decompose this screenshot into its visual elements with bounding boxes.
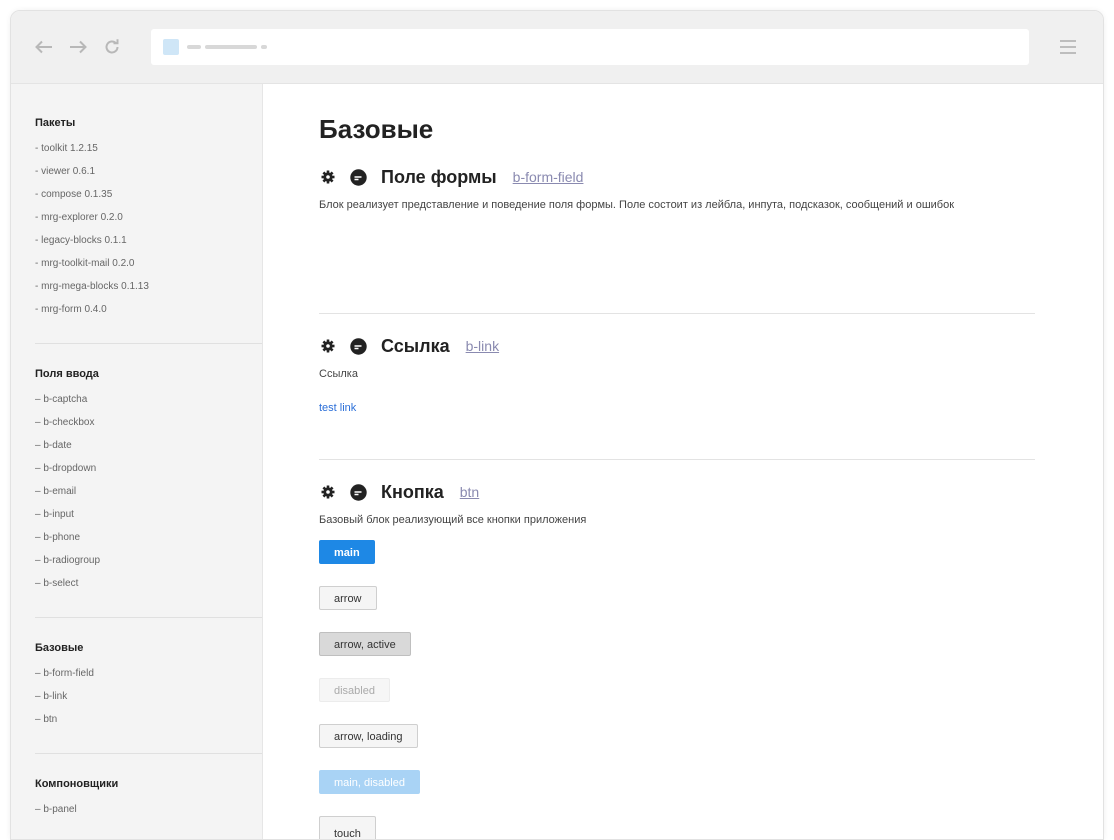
sidebar-item[interactable]: - toolkit 1.2.15 bbox=[35, 137, 240, 160]
button-main-disabled: main, disabled bbox=[319, 770, 420, 794]
button-arrow[interactable]: arrow bbox=[319, 586, 377, 610]
sidebar-item[interactable]: – b-captcha bbox=[35, 388, 240, 411]
sidebar-item[interactable]: - legacy-blocks 0.1.1 bbox=[35, 229, 240, 252]
sidebar-item[interactable]: – btn bbox=[35, 708, 240, 731]
sidebar-item[interactable]: - compose 0.1.35 bbox=[35, 183, 240, 206]
block-description: Блок реализует представление и поведение… bbox=[319, 199, 955, 211]
sidebar-section-title: Компоновщики bbox=[35, 778, 119, 790]
url-placeholder bbox=[261, 45, 267, 49]
back-arrow-icon[interactable] bbox=[31, 34, 57, 60]
block-title: Поле формы bbox=[381, 166, 497, 187]
gear-icon[interactable] bbox=[319, 483, 337, 501]
sidebar-item[interactable]: – b-select bbox=[35, 572, 240, 595]
button-touch[interactable]: touch bbox=[319, 816, 376, 839]
button-main[interactable]: main bbox=[319, 540, 375, 564]
block-title: Ссылка bbox=[381, 335, 450, 356]
sidebar-item[interactable]: – b-link bbox=[35, 685, 240, 708]
block-description: Ссылка bbox=[319, 368, 358, 380]
block-form-field: Поле формы b-form-field Блок реализует п… bbox=[319, 149, 1035, 313]
sidebar-item[interactable]: - mrg-form 0.4.0 bbox=[35, 298, 240, 321]
sidebar-item[interactable]: - mrg-mega-blocks 0.1.13 bbox=[35, 275, 240, 298]
page-title: Базовые bbox=[319, 114, 434, 144]
url-placeholder bbox=[205, 45, 257, 49]
button-disabled: disabled bbox=[319, 678, 390, 702]
block-button: Кнопка btn Базовый блок реализующий все … bbox=[319, 459, 1035, 839]
sidebar-section: Пакеты - toolkit 1.2.15- viewer 0.6.1- co… bbox=[35, 117, 262, 321]
sidebar-item[interactable]: – b-date bbox=[35, 434, 240, 457]
gear-icon[interactable] bbox=[319, 337, 337, 355]
sidebar-section: Компоновщики – b-panel bbox=[35, 753, 262, 821]
gear-icon[interactable] bbox=[319, 168, 337, 186]
sidebar: Пакеты - toolkit 1.2.15- viewer 0.6.1- co… bbox=[11, 84, 263, 839]
button-arrow-loading[interactable]: arrow, loading bbox=[319, 724, 418, 748]
sidebar-section-title: Базовые bbox=[35, 642, 84, 654]
sidebar-item[interactable]: - mrg-toolkit-mail 0.2.0 bbox=[35, 252, 240, 275]
sidebar-item[interactable]: – b-checkbox bbox=[35, 411, 240, 434]
sidebar-section: Поля ввода – b-captcha – b-checkbox – b-dat… bbox=[35, 343, 262, 595]
url-placeholder bbox=[187, 45, 201, 49]
forward-arrow-icon[interactable] bbox=[65, 34, 91, 60]
browser-toolbar bbox=[11, 11, 1103, 84]
example-link[interactable]: test link bbox=[319, 402, 1035, 414]
browser-window: Пакеты - toolkit 1.2.15- viewer 0.6.1- co… bbox=[10, 10, 1104, 840]
sidebar-item[interactable]: - viewer 0.6.1 bbox=[35, 160, 240, 183]
address-bar[interactable] bbox=[151, 29, 1029, 65]
button-examples: main arrow arrow, active disabled arrow,… bbox=[319, 540, 1035, 839]
ruler-icon[interactable] bbox=[349, 483, 367, 501]
block-description: Базовый блок реализующий все кнопки прил… bbox=[319, 514, 587, 526]
block-id-link[interactable]: btn bbox=[460, 484, 479, 500]
ruler-icon[interactable] bbox=[349, 337, 367, 355]
favicon-icon bbox=[163, 39, 179, 55]
button-arrow-active[interactable]: arrow, active bbox=[319, 632, 411, 656]
sidebar-item[interactable]: – b-panel bbox=[35, 798, 240, 821]
block-id-link[interactable]: b-link bbox=[466, 338, 499, 354]
main-content: Базовые Поле формы b-form-field Блок реа… bbox=[263, 84, 1103, 839]
sidebar-item[interactable]: – b-form-field bbox=[35, 662, 240, 685]
sidebar-item[interactable]: – b-email bbox=[35, 480, 240, 503]
sidebar-item[interactable]: – b-input bbox=[35, 503, 240, 526]
hamburger-menu-icon[interactable] bbox=[1051, 30, 1085, 64]
sidebar-item[interactable]: – b-radiogroup bbox=[35, 549, 240, 572]
block-id-link[interactable]: b-form-field bbox=[513, 169, 584, 185]
block-title: Кнопка bbox=[381, 481, 444, 502]
sidebar-item[interactable]: – b-phone bbox=[35, 526, 240, 549]
sidebar-section-title: Пакеты bbox=[35, 117, 76, 129]
sidebar-item[interactable]: - mrg-explorer 0.2.0 bbox=[35, 206, 240, 229]
ruler-icon[interactable] bbox=[349, 168, 367, 186]
block-link: Ссылка b-link Ссылка test link bbox=[319, 313, 1035, 459]
sidebar-item[interactable]: – b-dropdown bbox=[35, 457, 240, 480]
sidebar-section-title: Поля ввода bbox=[35, 368, 99, 380]
reload-icon[interactable] bbox=[99, 34, 125, 60]
sidebar-section: Базовые – b-form-field – b-link – btn bbox=[35, 617, 262, 731]
